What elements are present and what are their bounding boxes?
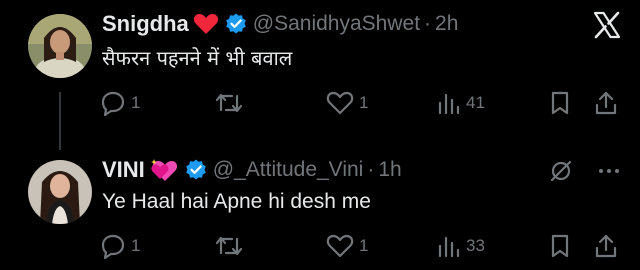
reply-icon bbox=[100, 90, 126, 116]
verified-badge-icon[interactable] bbox=[225, 13, 247, 35]
retweet-icon bbox=[215, 233, 243, 259]
share-icon bbox=[594, 233, 618, 259]
share-button[interactable] bbox=[594, 231, 618, 261]
tweet-text: Ye Haal hai Apne hi desh me bbox=[102, 190, 371, 213]
separator-dot: · bbox=[367, 158, 375, 181]
tweet-header: Snigdha @SanidhyaShwet · 2h bbox=[102, 6, 458, 42]
bookmark-button[interactable] bbox=[549, 88, 571, 118]
views-count: 33 bbox=[466, 236, 485, 255]
tweet-header: VINI @_Attitude_Vini · 1h bbox=[102, 153, 402, 187]
reply-icon bbox=[100, 233, 126, 259]
grok-slash-circle-icon bbox=[548, 158, 574, 188]
sparkling-heart-icon bbox=[149, 157, 179, 183]
user-handle[interactable]: @_Attitude_Vini bbox=[213, 158, 364, 182]
display-name[interactable]: VINI bbox=[102, 157, 145, 183]
verified-badge-icon[interactable] bbox=[185, 159, 207, 181]
x-logo-icon[interactable] bbox=[592, 10, 622, 40]
like-count: 1 bbox=[359, 93, 369, 112]
user-handle[interactable]: @SanidhyaShwet bbox=[253, 12, 420, 36]
separator-dot: · bbox=[424, 12, 432, 35]
bookmark-icon bbox=[549, 233, 571, 259]
bookmark-button[interactable] bbox=[549, 231, 571, 261]
avatar[interactable] bbox=[28, 160, 92, 224]
views-chart-icon bbox=[437, 233, 461, 259]
display-name[interactable]: Snigdha bbox=[102, 11, 189, 37]
views-chart-icon bbox=[437, 90, 461, 116]
views-button[interactable]: 41 bbox=[437, 88, 485, 118]
views-count: 41 bbox=[466, 93, 485, 112]
tweet-actions: 1 1 33 bbox=[100, 231, 620, 261]
heart-icon bbox=[326, 233, 354, 259]
share-button[interactable] bbox=[594, 88, 618, 118]
heart-icon bbox=[326, 90, 354, 116]
views-button[interactable]: 33 bbox=[437, 231, 485, 261]
red-heart-icon bbox=[193, 12, 219, 36]
more-dots-icon bbox=[596, 158, 622, 188]
reply-count: 1 bbox=[131, 93, 141, 112]
retweet-button[interactable] bbox=[215, 88, 248, 118]
reply-button[interactable]: 1 bbox=[100, 88, 140, 118]
like-button[interactable]: 1 bbox=[326, 88, 368, 118]
retweet-icon bbox=[215, 90, 243, 116]
bookmark-icon bbox=[549, 90, 571, 116]
reply-count: 1 bbox=[131, 236, 141, 255]
like-button[interactable]: 1 bbox=[326, 231, 368, 261]
avatar[interactable] bbox=[28, 14, 92, 78]
retweet-button[interactable] bbox=[215, 231, 248, 261]
reply-button[interactable]: 1 bbox=[100, 231, 140, 261]
more-options-button[interactable] bbox=[596, 158, 622, 188]
tweet-text: सैफरन पहनने में भी बवाल bbox=[102, 46, 293, 70]
tweet-actions: 1 1 41 bbox=[100, 88, 620, 118]
timestamp[interactable]: 1h bbox=[378, 158, 401, 182]
like-count: 1 bbox=[359, 236, 369, 255]
grok-button[interactable] bbox=[548, 158, 574, 188]
timestamp[interactable]: 2h bbox=[435, 12, 458, 36]
share-icon bbox=[594, 90, 618, 116]
